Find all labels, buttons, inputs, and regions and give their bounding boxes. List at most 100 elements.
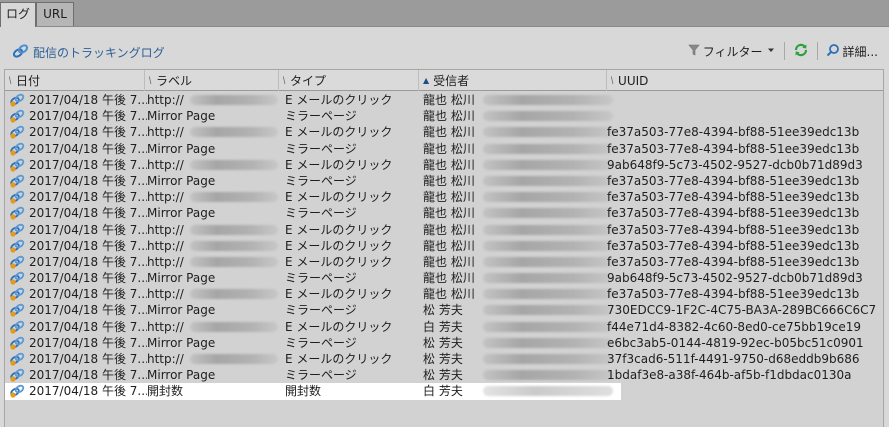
- cell-type: ミラーページ: [285, 335, 357, 350]
- cell-date: 2017/04/18 午後 7...: [29, 173, 147, 188]
- column-header-label-label: ラベル: [156, 73, 193, 88]
- cell-date: 2017/04/18 午後 7...: [29, 384, 147, 399]
- cell-recipient: 龍也 松川: [423, 93, 475, 107]
- tracking-event-icon: [9, 368, 27, 382]
- refresh-button[interactable]: [790, 41, 812, 61]
- cell-recipient: 松 芳夫: [423, 352, 463, 366]
- table-row[interactable]: 2017/04/18 午後 7... Mirror Page ミラーページ 松 芳夫 1…: [5, 367, 883, 383]
- redacted-email: [483, 289, 613, 300]
- tracking-event-icon: [9, 336, 27, 350]
- cell-uuid: 9ab648f9-5c73-4502-9527-dcb0b71d89d3: [607, 157, 863, 172]
- redacted-url: [190, 240, 278, 251]
- column-header-date[interactable]: / 日付: [5, 70, 145, 91]
- redacted-email: [483, 95, 613, 105]
- redacted-email: [483, 143, 613, 154]
- cell-type: E メールのクリック: [285, 125, 393, 140]
- funnel-icon: [688, 44, 700, 59]
- redacted-email: [483, 240, 613, 251]
- table-row[interactable]: 2017/04/18 午後 7... http://E メールのクリック 龍也 松川…: [5, 157, 883, 173]
- cell-recipient: 松 芳夫: [423, 303, 463, 318]
- cell-label: Mirror Page: [147, 368, 216, 383]
- details-label: 詳細...: [842, 44, 878, 59]
- tracking-event-icon: [9, 384, 27, 398]
- sort-ascending-icon: ▲: [423, 75, 430, 85]
- tab-url[interactable]: URL: [36, 2, 74, 26]
- table-row[interactable]: 2017/04/18 午後 7... http://E メールのクリック 龍也 松川…: [5, 189, 883, 205]
- redacted-email: [483, 175, 613, 186]
- table-row[interactable]: 2017/04/18 午後 7... http://E メールのクリック松 芳夫 3…: [5, 351, 883, 367]
- table-row[interactable]: 2017/04/18 午後 7... http://E メールのクリック 龍也 松川: [5, 92, 883, 108]
- cell-type: E メールのクリック: [285, 93, 393, 107]
- cell-label: Mirror Page: [147, 173, 216, 188]
- table-row[interactable]: 2017/04/18 午後 7... 開封数 開封数白 芳夫: [5, 383, 621, 400]
- column-header-recipient[interactable]: ▲ 受信者: [419, 70, 607, 91]
- column-header-type[interactable]: / タイプ: [279, 70, 419, 91]
- cell-date: 2017/04/18 午後 7...: [29, 190, 147, 205]
- cell-date: 2017/04/18 午後 7...: [29, 93, 147, 107]
- toolbar-divider: [816, 42, 818, 60]
- table-body: 2017/04/18 午後 7... http://E メールのクリック 龍也 松川…: [5, 92, 883, 400]
- table-row[interactable]: 2017/04/18 午後 7... Mirror Page ミラーページ 龍也 松川…: [5, 173, 883, 189]
- redacted-url: [190, 321, 278, 332]
- redacted-email: [483, 337, 613, 348]
- cell-uuid: fe37a503-77e8-4394-bf88-51ee39edc13b: [607, 222, 860, 237]
- tab-log[interactable]: ログ: [0, 2, 36, 27]
- cell-type: ミラーページ: [285, 109, 357, 124]
- table-row[interactable]: 2017/04/18 午後 7... http://E メールのクリック 龍也 松川…: [5, 286, 883, 302]
- tracking-log-table[interactable]: / 日付 / ラベル / タイプ ▲ 受信者 / UUID 2017/04/18…: [4, 69, 884, 427]
- redacted-email: [483, 273, 613, 284]
- cell-uuid: 37f3cad6-511f-4491-9750-d68eddb9b686: [607, 352, 860, 366]
- cell-uuid: fe37a503-77e8-4394-bf88-51ee39edc13b: [607, 238, 860, 253]
- page-title: 配信のトラッキングログ: [33, 46, 165, 60]
- table-row[interactable]: 2017/04/18 午後 7... Mirror Page ミラーページ 松 芳夫 7…: [5, 302, 883, 318]
- cell-date: 2017/04/18 午後 7...: [29, 254, 147, 269]
- table-row[interactable]: 2017/04/18 午後 7... http://E メールのクリック 龍也 松川…: [5, 238, 883, 254]
- cell-recipient: 龍也 松川: [423, 109, 475, 124]
- tracking-event-icon: [9, 206, 27, 220]
- cell-date: 2017/04/18 午後 7...: [29, 206, 147, 221]
- tracking-event-icon: [9, 271, 27, 285]
- cell-recipient: 龍也 松川: [423, 157, 475, 172]
- table-row[interactable]: 2017/04/18 午後 7... http://E メールのクリック 龍也 松川…: [5, 254, 883, 270]
- cell-date: 2017/04/18 午後 7...: [29, 271, 147, 286]
- table-row[interactable]: 2017/04/18 午後 7... http://E メールのクリック 龍也 松川…: [5, 124, 883, 140]
- table-row[interactable]: 2017/04/18 午後 7... http://E メールのクリック白 芳夫 f…: [5, 319, 883, 335]
- tracking-event-icon: [9, 320, 27, 334]
- magnifier-icon: [826, 43, 840, 60]
- cell-type: ミラーページ: [285, 173, 357, 188]
- filter-button[interactable]: フィルター: [685, 41, 779, 61]
- table-row[interactable]: 2017/04/18 午後 7... http://E メールのクリック 龍也 松川…: [5, 222, 883, 238]
- cell-date: 2017/04/18 午後 7...: [29, 109, 147, 124]
- cell-recipient: 龍也 松川: [423, 206, 475, 221]
- cell-type: E メールのクリック: [285, 319, 393, 334]
- chevron-down-icon[interactable]: [766, 44, 776, 58]
- column-header-type-label: タイプ: [290, 73, 327, 88]
- tracking-link-icon: [12, 43, 30, 62]
- cell-label: Mirror Page: [147, 109, 216, 124]
- tracking-event-icon: [9, 239, 27, 253]
- column-resize-icon: /: [146, 75, 155, 86]
- details-button[interactable]: 詳細...: [823, 41, 881, 61]
- cell-type: E メールのクリック: [285, 157, 393, 172]
- cell-label: Mirror Page: [147, 271, 216, 286]
- cell-type: ミラーページ: [285, 206, 357, 221]
- column-header-label[interactable]: / ラベル: [145, 70, 279, 91]
- redacted-email: [483, 256, 613, 267]
- tracking-event-icon: [9, 142, 27, 156]
- table-row[interactable]: 2017/04/18 午後 7... Mirror Page ミラーページ 龍也 松川: [5, 108, 883, 124]
- table-row[interactable]: 2017/04/18 午後 7... Mirror Page ミラーページ 松 芳夫 e…: [5, 335, 883, 351]
- table-row[interactable]: 2017/04/18 午後 7... Mirror Page ミラーページ 龍也 松川…: [5, 205, 883, 221]
- cell-recipient: 松 芳夫: [423, 368, 463, 383]
- redacted-url: [190, 354, 278, 364]
- column-header-uuid[interactable]: / UUID: [607, 70, 883, 91]
- cell-date: 2017/04/18 午後 7...: [29, 335, 147, 350]
- cell-uuid: fe37a503-77e8-4394-bf88-51ee39edc13b: [607, 125, 860, 140]
- cell-uuid: f44e71d4-8382-4c60-8ed0-ce75bb19ce19: [607, 319, 862, 334]
- table-row[interactable]: 2017/04/18 午後 7... Mirror Page ミラーページ 龍也 松川…: [5, 141, 883, 157]
- tab-strip: ログ URL: [0, 0, 889, 27]
- cell-date: 2017/04/18 午後 7...: [29, 141, 147, 156]
- cell-date: 2017/04/18 午後 7...: [29, 319, 147, 334]
- table-row[interactable]: 2017/04/18 午後 7... Mirror Page ミラーページ 龍也 松川…: [5, 270, 883, 286]
- cell-label: Mirror Page: [147, 141, 216, 156]
- cell-uuid: fe37a503-77e8-4394-bf88-51ee39edc13b: [607, 287, 860, 302]
